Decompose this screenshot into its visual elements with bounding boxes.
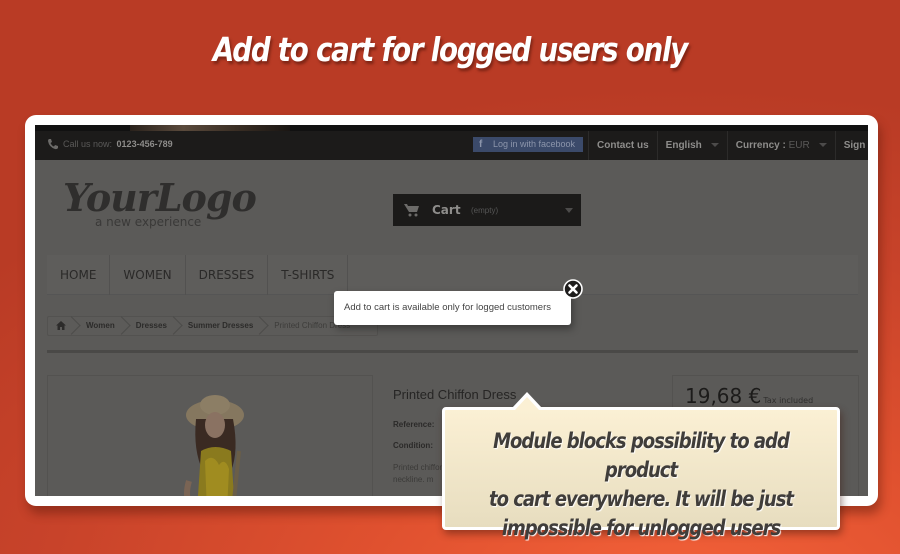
logo-tagline: a new experience — [95, 215, 202, 229]
facebook-login-button[interactable]: f Log in with facebook — [473, 137, 583, 152]
cart-icon — [404, 204, 419, 217]
feature-callout: Module blocks possibility to add product… — [442, 392, 840, 540]
sign-in-link[interactable]: Sign in — [834, 131, 868, 160]
chevron-down-icon — [710, 143, 719, 148]
facebook-login-label: Log in with facebook — [493, 139, 576, 149]
phone-icon — [48, 139, 58, 150]
callout-pointer-fill — [515, 397, 539, 410]
callout-text: Module blocks possibility to add product… — [472, 427, 809, 543]
main-menu: HOME WOMEN DRESSES T-SHIRTS — [47, 255, 858, 295]
menu-item-t-shirts[interactable]: T-SHIRTS — [268, 255, 349, 295]
top-nav: Contact us English Currency : EUR Sign i… — [588, 131, 868, 160]
contact-us-link[interactable]: Contact us — [588, 131, 657, 160]
language-selector[interactable]: English — [656, 131, 727, 160]
callout-line: to cart everywhere. It will be just — [488, 487, 794, 511]
tax-note: Tax included — [763, 396, 814, 405]
headline: Add to cart for logged users only — [212, 30, 688, 69]
price-value: 19,68 € — [685, 384, 762, 408]
call-label: Call us now: — [63, 139, 113, 149]
reference-label: Reference: — [393, 420, 435, 429]
top-bar: Call us now: 0123-456-789 f Log in with f… — [35, 131, 868, 160]
cart-button[interactable]: Cart (empty) — [393, 194, 581, 226]
breadcrumb-women[interactable]: Women — [74, 317, 124, 335]
phone-number: 0123-456-789 — [116, 139, 173, 149]
breadcrumb: Women Dresses Summer Dresses Printed Chi… — [47, 316, 378, 336]
breadcrumb-summer-dresses[interactable]: Summer Dresses — [176, 317, 262, 335]
breadcrumb-home[interactable] — [48, 317, 74, 335]
login-required-popup: Add to cart is available only for logged… — [334, 291, 571, 325]
call-us-text: Call us now: 0123-456-789 — [63, 139, 173, 149]
facebook-icon: f — [479, 139, 483, 150]
divider — [47, 350, 858, 353]
chevron-down-icon — [818, 143, 827, 148]
menu-item-dresses[interactable]: DRESSES — [186, 255, 269, 295]
product-price: 19,68 € Tax included — [685, 384, 813, 408]
currency-label: Currency : — [735, 140, 786, 151]
language-value: English — [665, 140, 702, 151]
condition-label: Condition: — [393, 441, 433, 450]
callout-line: Module blocks possibility to add product — [493, 429, 790, 482]
cart-status: (empty) — [471, 206, 499, 215]
cart-label: Cart — [432, 203, 461, 217]
callout-line: impossible for unlogged users — [501, 516, 781, 540]
menu-item-home[interactable]: HOME — [47, 255, 111, 295]
menu-item-women[interactable]: WOMEN — [110, 255, 186, 295]
shop-logo[interactable]: YourLogo a new experience — [63, 175, 263, 233]
currency-value: EUR — [788, 140, 810, 151]
product-title: Printed Chiffon Dress — [393, 387, 517, 402]
popup-message: Add to cart is available only for logged… — [344, 302, 551, 313]
home-icon — [56, 321, 66, 331]
chevron-down-icon — [565, 208, 573, 213]
close-icon[interactable] — [563, 279, 583, 299]
logo-name: YourLogo — [63, 175, 257, 220]
product-photo — [184, 395, 244, 496]
currency-selector[interactable]: Currency : EUR — [726, 131, 835, 160]
breadcrumb-dresses[interactable]: Dresses — [124, 317, 176, 335]
product-image[interactable] — [47, 375, 373, 496]
